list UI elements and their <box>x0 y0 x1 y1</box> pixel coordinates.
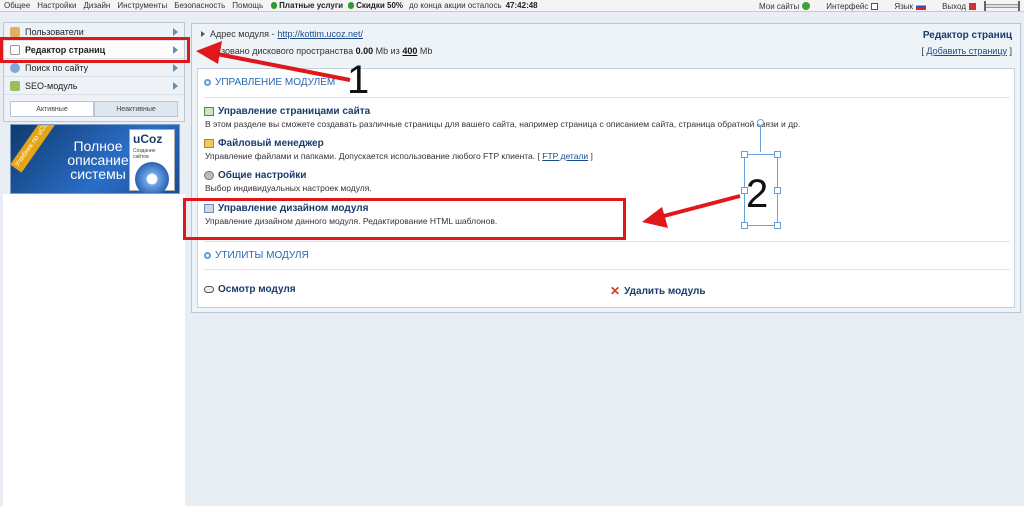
arrow-2-head <box>642 207 668 228</box>
arrow-2-line <box>659 194 741 219</box>
annotation-arrows <box>196 41 741 228</box>
arrow-1-head <box>196 41 222 64</box>
arrow-1-line <box>211 51 351 82</box>
annotation-marker-2: 2 <box>746 172 769 216</box>
annotation-marker-1: 1 <box>347 58 370 102</box>
